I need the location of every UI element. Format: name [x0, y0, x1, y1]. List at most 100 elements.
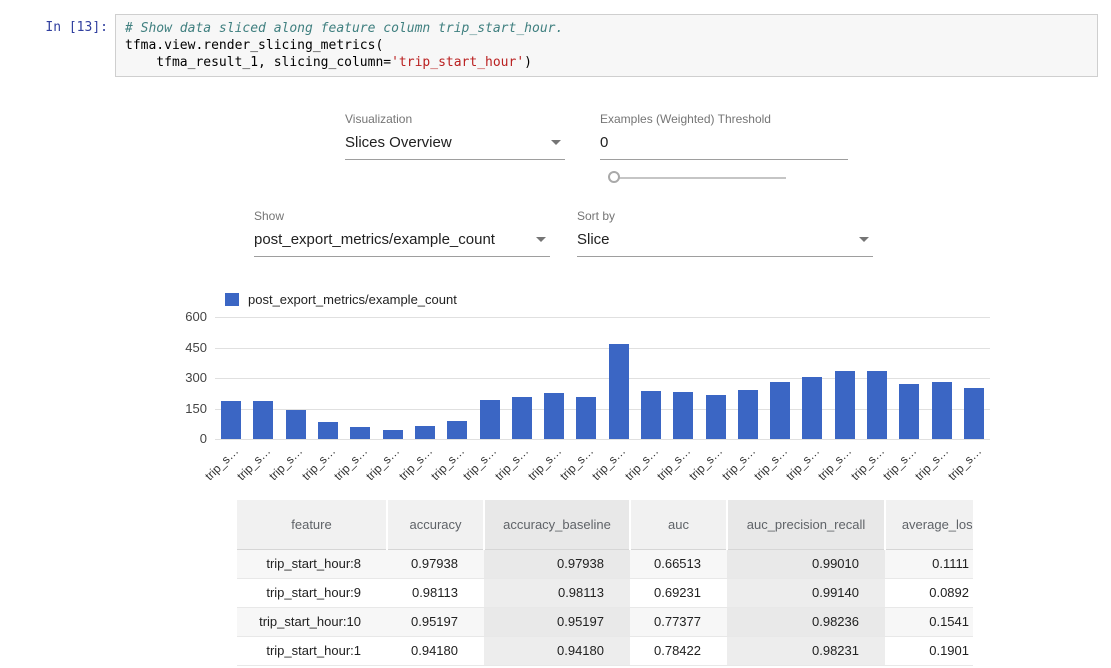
- column-header[interactable]: auc_precision_recall: [727, 500, 885, 549]
- bar-slot: trip_s…: [958, 317, 990, 439]
- bar-chart: 0150300450600 trip_s…trip_s…trip_s…trip_…: [215, 317, 990, 439]
- threshold-slider[interactable]: [608, 170, 788, 186]
- x-tick-label: trip_s…: [493, 444, 532, 483]
- bar[interactable]: [609, 344, 629, 439]
- input-prompt: In [13]:: [18, 20, 108, 35]
- metrics-table: featureaccuracyaccuracy_baselineaucauc_p…: [237, 500, 973, 666]
- bar[interactable]: [835, 371, 855, 439]
- sort-by-dropdown[interactable]: Sort by Slice: [577, 209, 873, 257]
- bar-slot: trip_s…: [473, 317, 505, 439]
- bar[interactable]: [512, 397, 532, 439]
- bar[interactable]: [802, 377, 822, 439]
- show-value[interactable]: post_export_metrics/example_count: [254, 228, 550, 257]
- bar-slot: trip_s…: [861, 317, 893, 439]
- x-tick-label: trip_s…: [783, 444, 822, 483]
- bar[interactable]: [738, 390, 758, 439]
- x-tick-label: trip_s…: [654, 444, 693, 483]
- column-header[interactable]: auc: [630, 500, 727, 549]
- bar-slot: trip_s…: [409, 317, 441, 439]
- x-tick-label: trip_s…: [880, 444, 919, 483]
- chevron-down-icon[interactable]: [551, 140, 561, 145]
- bar[interactable]: [286, 410, 306, 439]
- bar[interactable]: [964, 388, 984, 439]
- code-line: ): [524, 55, 532, 70]
- bar-slot: trip_s…: [699, 317, 731, 439]
- bars: trip_s…trip_s…trip_s…trip_s…trip_s…trip_…: [215, 317, 990, 439]
- bar-slot: trip_s…: [764, 317, 796, 439]
- code-editor[interactable]: # Show data sliced along feature column …: [115, 14, 1098, 77]
- bar[interactable]: [641, 391, 661, 439]
- bar[interactable]: [383, 430, 403, 439]
- table-row: trip_start_hour:10.941800.941800.784220.…: [237, 636, 973, 665]
- bar[interactable]: [899, 384, 919, 439]
- metric-cell: 0.99140: [727, 578, 885, 607]
- slider-track[interactable]: [618, 177, 786, 179]
- sort-by-selected: Slice: [577, 231, 610, 248]
- sort-by-value[interactable]: Slice: [577, 228, 873, 257]
- metric-cell: 0.77377: [630, 607, 727, 636]
- show-dropdown[interactable]: Show post_export_metrics/example_count: [254, 209, 550, 257]
- metric-cell: 0.99010: [727, 549, 885, 578]
- table-row: trip_start_hour:80.979380.979380.665130.…: [237, 549, 973, 578]
- code-string: 'trip_start_hour': [391, 55, 524, 70]
- bar[interactable]: [544, 393, 564, 439]
- bar[interactable]: [673, 392, 693, 439]
- code-line: tfma_result_1, slicing_column=: [125, 55, 391, 70]
- x-tick-label: trip_s…: [557, 444, 596, 483]
- legend-label: post_export_metrics/example_count: [248, 292, 457, 307]
- y-tick-label: 300: [161, 370, 207, 385]
- metric-cell: 0.66513: [630, 549, 727, 578]
- sort-by-label: Sort by: [577, 209, 873, 223]
- metric-cell: 0.95197: [387, 607, 484, 636]
- x-tick-label: trip_s…: [525, 444, 564, 483]
- show-label: Show: [254, 209, 550, 223]
- bar-slot: trip_s…: [603, 317, 635, 439]
- x-tick-label: trip_s…: [460, 444, 499, 483]
- bar-slot: trip_s…: [829, 317, 861, 439]
- feature-cell: trip_start_hour:9: [237, 578, 387, 607]
- bar[interactable]: [480, 400, 500, 439]
- metric-cell: 0.0892: [885, 578, 973, 607]
- y-tick-label: 0: [161, 431, 207, 446]
- table-body: trip_start_hour:80.979380.979380.665130.…: [237, 549, 973, 665]
- chevron-down-icon[interactable]: [859, 237, 869, 242]
- bar[interactable]: [932, 382, 952, 439]
- metric-cell: 0.98231: [727, 636, 885, 665]
- bar[interactable]: [415, 426, 435, 439]
- x-tick-label: trip_s…: [396, 444, 435, 483]
- bar[interactable]: [706, 395, 726, 439]
- bar[interactable]: [576, 397, 596, 439]
- visualization-value[interactable]: Slices Overview: [345, 131, 565, 160]
- bar[interactable]: [253, 401, 273, 439]
- threshold-input[interactable]: 0: [600, 131, 848, 160]
- metric-cell: 0.98236: [727, 607, 885, 636]
- metric-cell: 0.1111: [885, 549, 973, 578]
- bar[interactable]: [867, 371, 887, 439]
- visualization-label: Visualization: [345, 112, 565, 126]
- threshold-field[interactable]: Examples (Weighted) Threshold 0: [600, 112, 848, 160]
- column-header[interactable]: accuracy: [387, 500, 484, 549]
- x-tick-label: trip_s…: [816, 444, 855, 483]
- column-header[interactable]: accuracy_baseline: [484, 500, 630, 549]
- y-tick-label: 450: [161, 340, 207, 355]
- bar[interactable]: [447, 421, 467, 439]
- bar-slot: trip_s…: [376, 317, 408, 439]
- table-row: trip_start_hour:90.981130.981130.692310.…: [237, 578, 973, 607]
- bar[interactable]: [350, 427, 370, 439]
- column-header[interactable]: feature: [237, 500, 387, 549]
- bar[interactable]: [770, 382, 790, 439]
- metric-cell: 0.98113: [387, 578, 484, 607]
- metric-cell: 0.69231: [630, 578, 727, 607]
- bar[interactable]: [318, 422, 338, 439]
- visualization-dropdown[interactable]: Visualization Slices Overview: [345, 112, 565, 160]
- x-tick-label: trip_s…: [299, 444, 338, 483]
- bar[interactable]: [221, 401, 241, 439]
- feature-cell: trip_start_hour:8: [237, 549, 387, 578]
- bar-slot: trip_s…: [732, 317, 764, 439]
- slider-knob[interactable]: [608, 171, 620, 183]
- code-comment: # Show data sliced along feature column …: [125, 21, 563, 36]
- chevron-down-icon[interactable]: [536, 237, 546, 242]
- bar-slot: trip_s…: [441, 317, 473, 439]
- column-header[interactable]: average_loss: [885, 500, 973, 549]
- x-tick-label: trip_s…: [719, 444, 758, 483]
